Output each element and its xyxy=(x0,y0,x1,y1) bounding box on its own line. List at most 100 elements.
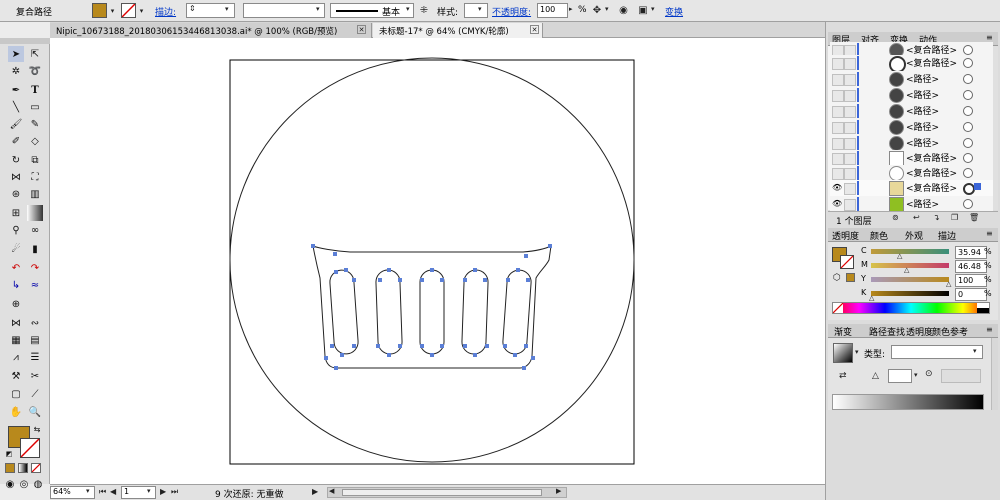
paintbrush-tool-icon[interactable]: 🖌 xyxy=(8,116,24,132)
lock-toggle[interactable] xyxy=(844,168,856,180)
tab-color-guide[interactable]: 颜色参考 xyxy=(932,325,968,338)
visibility-toggle[interactable] xyxy=(832,90,844,102)
lock-toggle[interactable] xyxy=(844,199,856,211)
chevron-down-icon[interactable]: ▾ xyxy=(914,371,918,379)
chevron-down-icon[interactable]: ▾ xyxy=(651,5,655,13)
spectrum-none-swatch[interactable] xyxy=(833,303,843,313)
black-track[interactable] xyxy=(871,291,949,296)
slider-thumb[interactable]: △ xyxy=(869,294,874,302)
status-menu-icon[interactable]: ▶ xyxy=(312,487,318,496)
lock-toggle[interactable] xyxy=(844,106,856,118)
knife-tool-icon[interactable]: ⟋ xyxy=(27,386,43,402)
target-icon[interactable] xyxy=(963,74,973,84)
target-icon[interactable] xyxy=(963,90,973,100)
target-icon[interactable] xyxy=(963,168,973,178)
canvas-area[interactable] xyxy=(50,38,825,484)
draw-normal-icon[interactable]: ◉ xyxy=(4,478,16,490)
anchor-point-tool-icon[interactable]: ↶ xyxy=(8,260,24,276)
angle-input[interactable] xyxy=(888,369,912,383)
spectrum-white-black[interactable] xyxy=(977,303,989,313)
tab-stroke[interactable]: 描边 xyxy=(938,229,956,242)
blob-brush-tool-icon[interactable]: ✐ xyxy=(8,133,24,149)
panel-menu-icon[interactable]: ≡ xyxy=(986,325,993,334)
opacity-link[interactable]: 不透明度: xyxy=(492,5,531,18)
stroke-swatch[interactable] xyxy=(121,3,136,18)
visibility-toggle[interactable] xyxy=(832,153,844,165)
artboard-select[interactable]: 1 ▾ xyxy=(121,486,156,499)
stroke-weight-input[interactable]: ⇕ ▾ xyxy=(186,3,235,18)
color-stroke-swatch[interactable] xyxy=(840,255,854,269)
slider-thumb[interactable]: △ xyxy=(897,252,902,260)
chevron-down-icon[interactable]: ▾ xyxy=(137,4,146,17)
visibility-toggle[interactable] xyxy=(832,58,844,70)
gradient-tool-icon[interactable] xyxy=(27,205,43,221)
eraser-tool-icon[interactable]: ◇ xyxy=(27,133,43,149)
selection-tool-icon[interactable]: ➤ xyxy=(8,46,24,62)
layer-row[interactable]: <复合路径> xyxy=(830,55,993,73)
visibility-toggle[interactable] xyxy=(832,106,844,118)
crosshair-tool-icon[interactable]: ⊕ xyxy=(8,296,24,312)
lock-toggle[interactable] xyxy=(844,138,856,150)
transform-link[interactable]: 变换 xyxy=(665,5,683,18)
tab-appearance[interactable]: 外观 xyxy=(905,229,923,242)
close-icon[interactable]: ✕ xyxy=(357,25,366,34)
out-of-gamut-icon[interactable]: ⬡ xyxy=(833,273,841,283)
swap-colors-icon[interactable]: ⇆ xyxy=(32,424,42,434)
tab-transparency[interactable]: 透明度 xyxy=(906,325,933,338)
layer-row-selected[interactable]: 👁 <复合路径> xyxy=(830,180,993,197)
cyan-track[interactable] xyxy=(871,249,949,254)
gradient-mode-button[interactable] xyxy=(18,463,28,473)
type-tool-icon[interactable]: T xyxy=(27,82,43,98)
recolor-icon[interactable]: ✥ xyxy=(590,3,604,18)
column-graph-tool-icon[interactable]: ▮ xyxy=(27,241,43,257)
bar-graph-tool-icon[interactable]: ▤ xyxy=(27,332,43,348)
tab-color[interactable]: 颜色 xyxy=(870,229,888,242)
yellow-value-input[interactable]: 100 xyxy=(955,274,987,287)
visibility-toggle[interactable] xyxy=(832,74,844,86)
panel-menu-icon[interactable]: ≡ xyxy=(986,229,993,238)
layer-row[interactable]: <路径> xyxy=(830,87,993,104)
magenta-track[interactable] xyxy=(871,263,949,268)
magenta-value-input[interactable]: 46.48 xyxy=(955,260,987,273)
symbol-sprayer-tool-icon[interactable]: ☄ xyxy=(8,241,24,257)
warp-tool-icon[interactable]: ∾ xyxy=(27,315,43,331)
lock-toggle[interactable] xyxy=(844,153,856,165)
artboard-tool-icon[interactable]: ▢ xyxy=(8,386,24,402)
draw-behind-icon[interactable]: ◎ xyxy=(18,478,30,490)
scroll-right-icon[interactable]: ▶ xyxy=(556,487,561,495)
zoom-select[interactable]: 64% ▾ xyxy=(50,486,95,499)
slider-thumb[interactable]: △ xyxy=(946,280,951,288)
scale-tool-icon[interactable]: ⧉ xyxy=(27,152,43,168)
scissors-tool-icon[interactable]: ✂ xyxy=(27,368,43,384)
layer-row[interactable]: <路径> xyxy=(830,103,993,120)
prev-artboard-icon[interactable]: ◀ xyxy=(110,487,116,496)
target-icon[interactable] xyxy=(963,138,973,148)
chevron-down-icon[interactable]: ▾ xyxy=(108,4,117,17)
delete-layer-icon[interactable]: 🗑 xyxy=(969,213,979,222)
target-icon[interactable] xyxy=(963,58,973,68)
eyedropper-tool-icon[interactable]: ⚲ xyxy=(8,222,24,238)
stroke-color-box[interactable] xyxy=(20,438,40,458)
convert-anchor-tool-icon[interactable]: ↷ xyxy=(27,260,43,276)
yellow-track[interactable] xyxy=(871,277,949,282)
last-artboard-icon[interactable]: ⏭ xyxy=(171,487,178,497)
pencil-tool-icon[interactable]: ✎ xyxy=(27,116,43,132)
target-icon[interactable] xyxy=(963,45,973,55)
graph-tool-icon[interactable]: ▦ xyxy=(8,332,24,348)
hand-tool-icon[interactable]: ✋ xyxy=(8,404,24,420)
close-icon[interactable]: ✕ xyxy=(530,25,539,34)
color-mode-button[interactable] xyxy=(5,463,15,473)
perspective-grid-tool-icon[interactable]: ▥ xyxy=(27,186,43,202)
target-icon[interactable] xyxy=(963,199,973,209)
lock-toggle[interactable] xyxy=(844,90,856,102)
shape-builder-tool-icon[interactable]: ⊛ xyxy=(8,186,24,202)
document-tab[interactable]: Nipic_10673188_20180306153446813038.ai* … xyxy=(50,23,372,38)
default-colors-icon[interactable]: ◩ xyxy=(5,450,13,458)
scroll-left-icon[interactable]: ◀ xyxy=(329,487,334,495)
panel-menu-icon[interactable]: ≡ xyxy=(986,33,993,42)
reverse-gradient-icon[interactable]: ⇄ xyxy=(839,371,847,381)
fill-swatch[interactable] xyxy=(92,3,107,18)
lock-toggle[interactable] xyxy=(844,122,856,134)
first-artboard-icon[interactable]: ⏮ xyxy=(99,487,106,497)
gradient-ramp[interactable] xyxy=(832,394,984,410)
